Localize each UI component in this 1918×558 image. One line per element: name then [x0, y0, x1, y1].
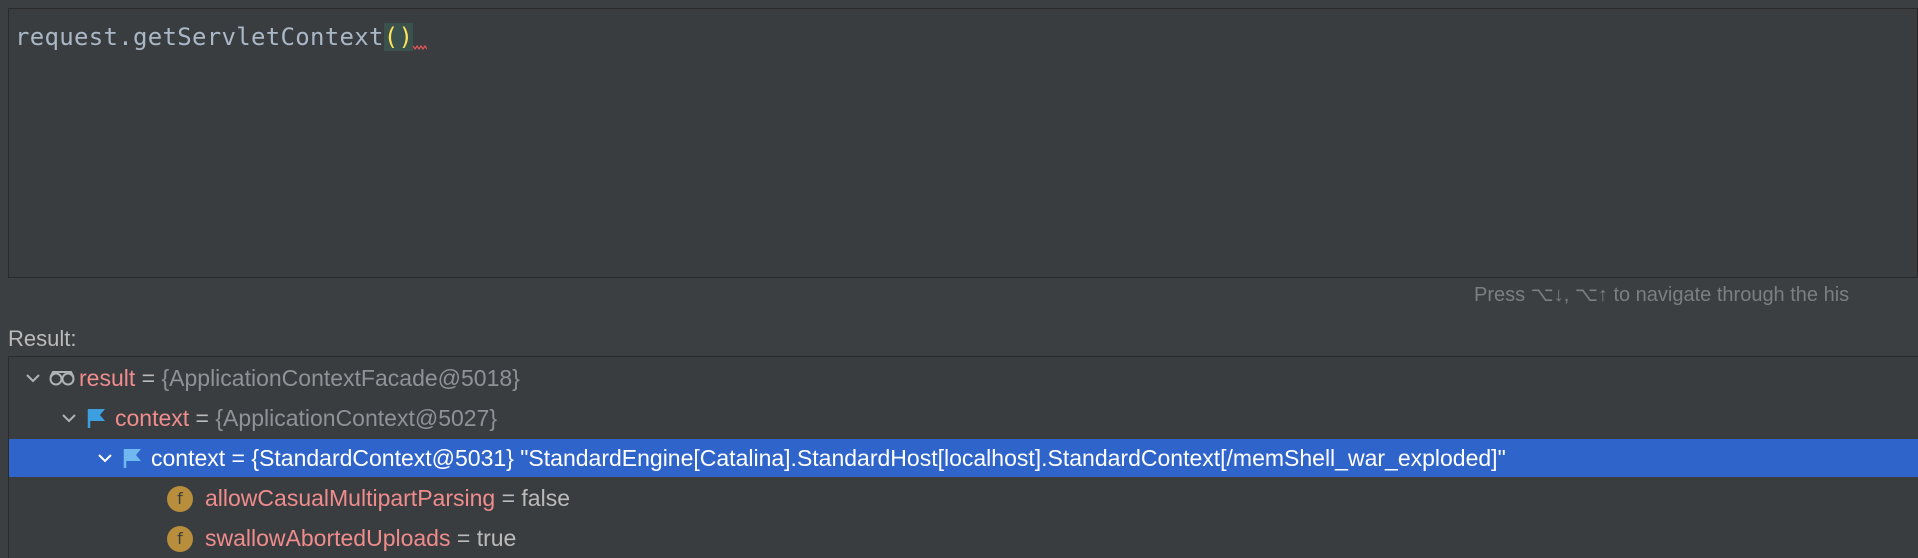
- variable-value: false: [521, 485, 570, 511]
- field-icon: f: [167, 526, 193, 552]
- tree-row-context-selected[interactable]: context = {StandardContext@5031} "Standa…: [9, 439, 1918, 477]
- tree-row-swallow-aborted-uploads[interactable]: f swallowAbortedUploads = true: [9, 519, 1918, 557]
- variable-value: {ApplicationContextFacade@5018}: [161, 365, 520, 391]
- equals-sign: =: [189, 405, 216, 431]
- code-text: request.getServletContext: [15, 23, 384, 51]
- equals-sign: =: [450, 525, 477, 551]
- variable-value: {ApplicationContext@5027}: [215, 405, 498, 431]
- history-navigation-hint: Press ⌥↓, ⌥↑ to navigate through the his: [1474, 284, 1850, 306]
- tree-row-context[interactable]: context = {ApplicationContext@5027}: [9, 399, 1918, 437]
- variable-name: allowCasualMultipartParsing: [205, 485, 496, 511]
- field-icon: f: [167, 486, 193, 512]
- code-parens: (): [383, 23, 414, 51]
- chevron-down-icon[interactable]: [95, 448, 115, 468]
- tree-row-allow-casual-multipart-parsing[interactable]: f allowCasualMultipartParsing = false: [9, 479, 1918, 517]
- chevron-down-icon[interactable]: [59, 408, 79, 428]
- flag-icon: [123, 449, 141, 468]
- tree-row-result[interactable]: result = {ApplicationContextFacade@5018}: [9, 359, 1918, 397]
- error-squiggle-icon: [413, 44, 428, 51]
- result-label: Result:: [8, 326, 77, 351]
- variable-name: context: [151, 445, 226, 471]
- variable-name: context: [115, 405, 190, 431]
- variable-value: true: [476, 525, 517, 551]
- chevron-down-icon[interactable]: [23, 368, 43, 388]
- expression-code[interactable]: request.getServletContext(): [15, 23, 428, 51]
- equals-sign: =: [135, 365, 162, 391]
- variable-name: swallowAbortedUploads: [205, 525, 451, 551]
- equals-sign: =: [225, 445, 252, 471]
- flag-icon: [87, 409, 105, 428]
- variable-name: result: [79, 365, 136, 391]
- result-tree[interactable]: result = {ApplicationContextFacade@5018}…: [8, 356, 1918, 558]
- watch-glasses-icon: [49, 371, 75, 386]
- expression-editor[interactable]: request.getServletContext(): [8, 8, 1918, 278]
- variable-value: {StandardContext@5031} "StandardEngine[C…: [251, 445, 1506, 471]
- equals-sign: =: [495, 485, 522, 511]
